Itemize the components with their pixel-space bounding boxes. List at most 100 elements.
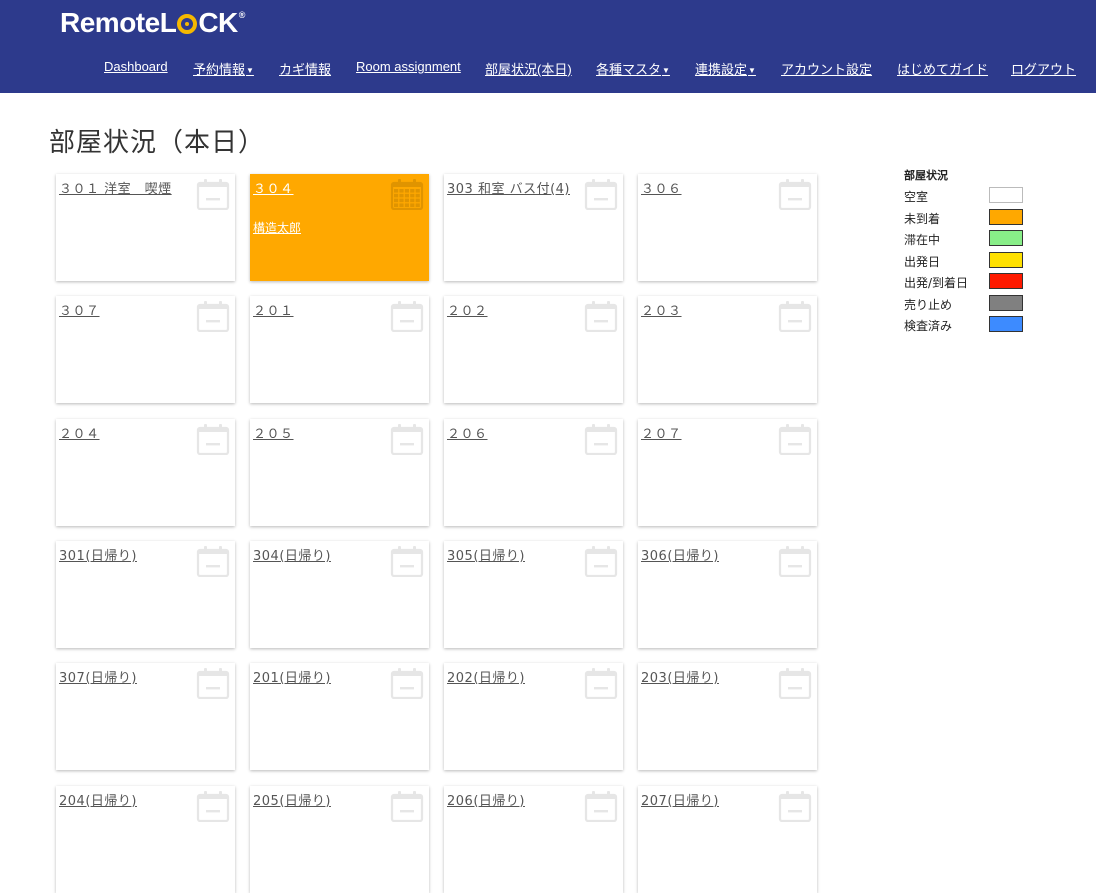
status-legend: 部屋状況 空室 未到着 滞在中 出発日 出発/到着日 売り止め 検査済み: [904, 167, 1034, 336]
calendar-icon[interactable]: [778, 667, 812, 700]
room-name-link[interactable]: 201(日帰り): [253, 667, 331, 686]
room-card[interactable]: ２０５: [250, 418, 429, 526]
room-card[interactable]: ２０１: [250, 296, 429, 404]
room-card[interactable]: ２０４: [56, 418, 235, 526]
legend-swatch: [989, 187, 1023, 203]
room-card[interactable]: 301(日帰り): [56, 540, 235, 648]
room-card[interactable]: ２０７: [638, 418, 817, 526]
room-name-link[interactable]: 206(日帰り): [447, 790, 525, 809]
room-card[interactable]: 201(日帰り): [250, 663, 429, 771]
calendar-icon[interactable]: [584, 667, 618, 700]
room-name-link[interactable]: ２０７: [641, 423, 682, 442]
room-name-link[interactable]: 305(日帰り): [447, 545, 525, 564]
room-name-link[interactable]: 306(日帰り): [641, 545, 719, 564]
room-name-link[interactable]: ２０３: [641, 300, 682, 319]
room-card[interactable]: 307(日帰り): [56, 663, 235, 771]
calendar-icon[interactable]: [584, 545, 618, 577]
calendar-icon[interactable]: [390, 667, 424, 700]
room-name-link[interactable]: ２０４: [59, 423, 100, 442]
room-name-link[interactable]: 205(日帰り): [253, 790, 331, 809]
calendar-icon[interactable]: [196, 545, 230, 577]
legend-label: 売り止め: [904, 297, 953, 312]
calendar-icon[interactable]: [390, 545, 424, 577]
legend-row: 未到着: [904, 207, 1034, 229]
legend-row: 滞在中: [904, 228, 1034, 250]
room-name-link[interactable]: 202(日帰り): [447, 667, 525, 686]
chevron-down-icon: ▼: [748, 66, 756, 76]
nav-keys[interactable]: カギ情報: [279, 59, 331, 78]
calendar-icon[interactable]: [778, 300, 812, 333]
room-card[interactable]: ２０６: [444, 418, 623, 526]
nav-getting-started[interactable]: はじめてガイド: [897, 59, 988, 78]
calendar-icon[interactable]: [196, 790, 230, 822]
room-card[interactable]: 305(日帰り): [444, 540, 623, 648]
guest-name-link[interactable]: 構造太郎: [253, 219, 301, 236]
calendar-icon[interactable]: [390, 300, 424, 333]
room-card[interactable]: 206(日帰り): [444, 785, 623, 893]
calendar-icon[interactable]: [584, 178, 618, 211]
room-name-link[interactable]: ３０７: [59, 300, 100, 319]
room-name-link[interactable]: ２０６: [447, 423, 488, 442]
nav-room-assignment[interactable]: Room assignment: [356, 59, 461, 74]
nav-masters[interactable]: 各種マスタ▼: [596, 59, 670, 78]
room-card[interactable]: ３０６: [638, 174, 817, 281]
room-card[interactable]: ２０３: [638, 296, 817, 404]
calendar-icon[interactable]: [390, 178, 424, 211]
room-name-link[interactable]: ２０２: [447, 300, 488, 319]
room-name-link[interactable]: 203(日帰り): [641, 667, 719, 686]
calendar-icon[interactable]: [196, 300, 230, 333]
room-name-link[interactable]: ２０１: [253, 300, 294, 319]
calendar-icon[interactable]: [584, 790, 618, 822]
calendar-icon[interactable]: [778, 545, 812, 577]
chevron-down-icon: ▼: [246, 66, 254, 76]
room-name-link[interactable]: ３０４: [253, 178, 294, 197]
room-card[interactable]: 203(日帰り): [638, 663, 817, 771]
room-card[interactable]: ３０７: [56, 296, 235, 404]
room-card[interactable]: 205(日帰り): [250, 785, 429, 893]
calendar-icon[interactable]: [584, 423, 618, 455]
room-name-link[interactable]: 204(日帰り): [59, 790, 137, 809]
room-card[interactable]: 304(日帰り): [250, 540, 429, 648]
calendar-icon[interactable]: [196, 178, 230, 211]
calendar-icon[interactable]: [390, 423, 424, 455]
calendar-icon[interactable]: [778, 178, 812, 211]
nav-account-settings[interactable]: アカウント設定: [781, 59, 872, 78]
legend-swatch: [989, 273, 1023, 289]
calendar-icon[interactable]: [584, 300, 618, 333]
legend-swatch: [989, 316, 1023, 332]
page-title: 部屋状況（本日）: [49, 128, 266, 158]
legend-label: 未到着: [904, 211, 941, 226]
nav-reservations[interactable]: 予約情報▼: [193, 59, 254, 78]
calendar-icon[interactable]: [778, 790, 812, 822]
legend-label: 出発/到着日: [904, 276, 969, 290]
calendar-icon[interactable]: [390, 790, 424, 822]
calendar-icon[interactable]: [196, 423, 230, 455]
room-card[interactable]: ３０１ 洋室 喫煙: [56, 174, 235, 281]
room-card[interactable]: 207(日帰り): [638, 785, 817, 893]
room-name-link[interactable]: 207(日帰り): [641, 790, 719, 809]
room-card[interactable]: ２０２: [444, 296, 623, 404]
legend-swatch: [989, 208, 1023, 225]
room-name-link[interactable]: 301(日帰り): [59, 545, 137, 564]
room-name-link[interactable]: ３０６: [641, 178, 682, 197]
room-name-link[interactable]: ３０１ 洋室 喫煙: [59, 178, 172, 197]
calendar-icon[interactable]: [778, 423, 812, 455]
room-card[interactable]: 202(日帰り): [444, 663, 623, 771]
remotelock-logo[interactable]: Remote L CK ®: [60, 6, 245, 40]
room-card[interactable]: 303 和室 バス付(4): [444, 174, 623, 281]
room-name-link[interactable]: ２０５: [253, 423, 294, 442]
room-card[interactable]: 306(日帰り): [638, 540, 817, 648]
nav-integrations[interactable]: 連携設定▼: [695, 59, 756, 78]
room-name-link[interactable]: 304(日帰り): [253, 545, 331, 564]
legend-row: 出発/到着日: [904, 271, 1034, 293]
nav-room-status[interactable]: 部屋状況(本日): [485, 59, 572, 78]
room-card[interactable]: ３０４ 構造太郎: [250, 174, 429, 281]
nav-dashboard[interactable]: Dashboard: [104, 59, 168, 74]
legend-row: 出発日: [904, 250, 1034, 272]
legend-swatch: [989, 294, 1023, 311]
nav-logout[interactable]: ログアウト: [1011, 59, 1076, 78]
room-card[interactable]: 204(日帰り): [56, 785, 235, 893]
calendar-icon[interactable]: [196, 667, 230, 700]
room-name-link[interactable]: 307(日帰り): [59, 667, 137, 686]
room-name-link[interactable]: 303 和室 バス付(4): [447, 178, 570, 197]
